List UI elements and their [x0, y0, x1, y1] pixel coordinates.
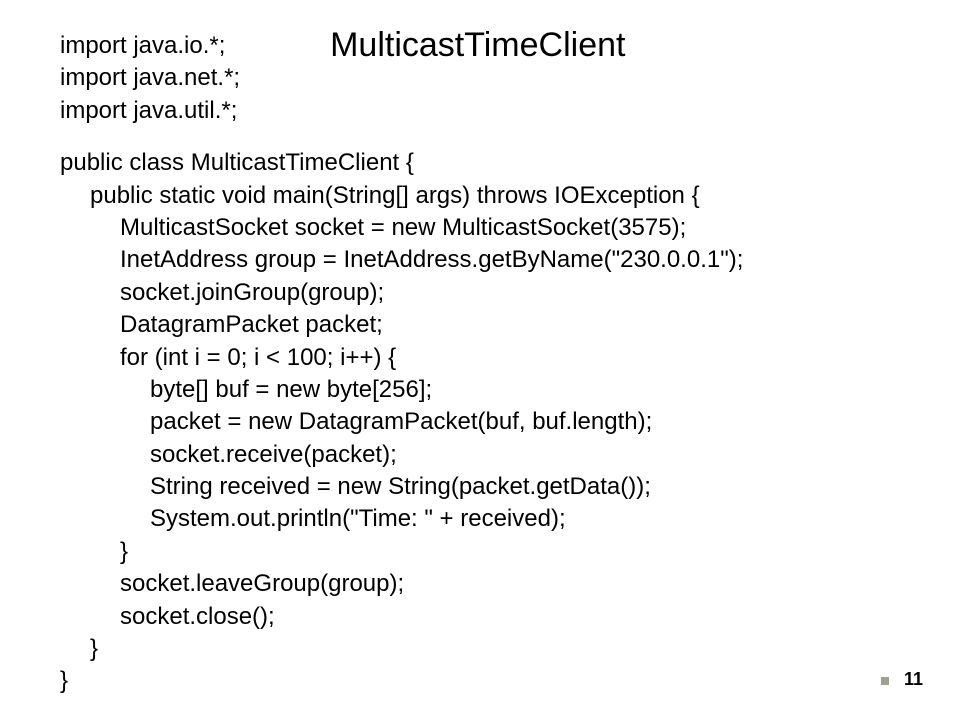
code-line: } — [60, 536, 899, 568]
code-line: } — [60, 633, 899, 665]
imports-block: import java.io.*; import java.net.*; imp… — [60, 30, 240, 127]
import-line: import java.net.*; — [60, 62, 240, 94]
code-line: DatagramPacket packet; — [60, 309, 899, 341]
code-line: MulticastSocket socket = new MulticastSo… — [60, 212, 899, 244]
code-line: public class MulticastTimeClient { — [60, 147, 899, 179]
code-line: socket.joinGroup(group); — [60, 277, 899, 309]
code-line: socket.close(); — [60, 601, 899, 633]
header-row: import java.io.*; import java.net.*; imp… — [60, 30, 899, 127]
code-line: socket.leaveGroup(group); — [60, 568, 899, 600]
slide: import java.io.*; import java.net.*; imp… — [0, 0, 959, 712]
code-line: public static void main(String[] args) t… — [60, 180, 899, 212]
code-line: System.out.println("Time: " + received); — [60, 503, 899, 535]
import-line: import java.util.*; — [60, 95, 240, 127]
code-line: String received = new String(packet.getD… — [60, 471, 899, 503]
slide-title: MulticastTimeClient — [330, 26, 625, 65]
page-number: 11 — [904, 669, 923, 690]
code-line: byte[] buf = new byte[256]; — [60, 374, 899, 406]
code-line: for (int i = 0; i < 100; i++) { — [60, 342, 899, 374]
code-line: socket.receive(packet); — [60, 439, 899, 471]
code-line: InetAddress group = InetAddress.getByNam… — [60, 244, 899, 276]
code-block: public class MulticastTimeClient { publi… — [60, 147, 899, 698]
code-line: } — [60, 665, 899, 697]
footer-bullet-icon — [881, 677, 889, 685]
import-line: import java.io.*; — [60, 30, 240, 62]
code-line: packet = new DatagramPacket(buf, buf.len… — [60, 406, 899, 438]
